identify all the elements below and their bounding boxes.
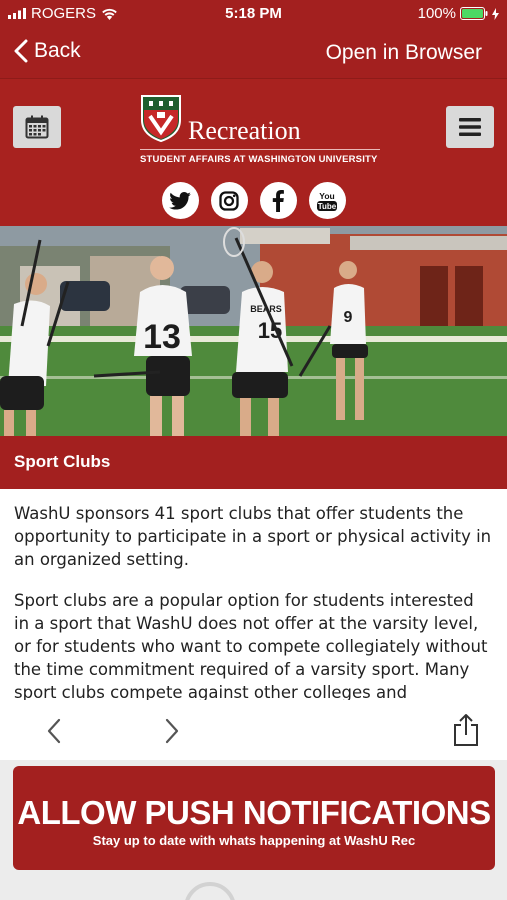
calendar-button[interactable]	[13, 106, 61, 148]
allow-push-notifications-button[interactable]: ALLOW PUSH NOTIFICATIONS Stay up to date…	[13, 766, 495, 870]
article-paragraph: Sport clubs are a popular option for stu…	[14, 591, 488, 700]
logo-rule	[140, 149, 380, 150]
article-body: WashU sponsors 41 sport clubs that offer…	[14, 502, 492, 700]
social-links: You Tube	[0, 182, 507, 219]
back-label: Back	[34, 39, 81, 62]
push-notification-banner: ALLOW PUSH NOTIFICATIONS Stay up to date…	[0, 760, 507, 900]
share-button[interactable]	[452, 713, 480, 752]
charging-icon	[492, 7, 499, 20]
promo-subtitle: Stay up to date with whats happening at …	[92, 833, 416, 848]
logo-subtitle: STUDENT AFFAIRS AT WASHINGTON UNIVERSITY	[140, 154, 378, 165]
watermark-logo-icon	[185, 882, 235, 900]
section-title: Sport Clubs	[14, 452, 111, 471]
youtube-icon: You Tube	[317, 191, 337, 211]
jersey-number-13: 13	[143, 318, 181, 356]
open-in-browser-button[interactable]: Open in Browser	[326, 41, 482, 65]
menu-button[interactable]	[446, 106, 494, 148]
browser-forward-button[interactable]	[162, 717, 182, 750]
youtube-link[interactable]: You Tube	[308, 182, 346, 219]
hamburger-menu-icon	[459, 118, 481, 136]
share-icon	[454, 714, 478, 746]
twitter-icon	[169, 191, 191, 210]
twitter-link[interactable]	[161, 182, 199, 219]
youtube-text-you: You	[319, 191, 334, 201]
site-header: Recreation STUDENT AFFAIRS AT WASHINGTON…	[0, 78, 507, 227]
browser-toolbar	[0, 705, 507, 757]
status-bar: ROGERS 5:18 PM 100%	[0, 0, 507, 28]
crest-icon	[141, 95, 181, 142]
recreation-logo[interactable]: Recreation STUDENT AFFAIRS AT WASHINGTON…	[140, 94, 384, 174]
chevron-left-icon	[14, 39, 28, 63]
instagram-icon	[219, 190, 239, 211]
section-header: Sport Clubs	[0, 436, 507, 489]
instagram-link[interactable]	[210, 182, 248, 219]
lacrosse-photo: 13 BEARS 15 9	[0, 226, 507, 436]
logo-wordmark: Recreation	[188, 116, 301, 145]
nav-bar: Back Open in Browser	[0, 28, 507, 78]
battery-percent: 100%	[417, 5, 456, 22]
browser-back-button[interactable]	[44, 717, 64, 750]
facebook-link[interactable]	[259, 182, 297, 219]
article-paragraph: WashU sponsors 41 sport clubs that offer…	[14, 504, 492, 569]
back-button[interactable]: Back	[14, 39, 81, 63]
calendar-icon	[25, 115, 49, 139]
chevron-left-icon	[47, 718, 61, 744]
jersey-number-9: 9	[344, 309, 353, 326]
chevron-right-icon	[165, 718, 179, 744]
hero-image: 13 BEARS 15 9	[0, 226, 507, 436]
youtube-text-tube: Tube	[318, 202, 337, 211]
battery-icon	[460, 7, 488, 20]
battery-group: 100%	[418, 5, 499, 22]
jersey-number-15: 15	[258, 318, 282, 343]
promo-title: ALLOW PUSH NOTIFICATIONS	[17, 794, 491, 831]
facebook-icon	[272, 189, 284, 212]
